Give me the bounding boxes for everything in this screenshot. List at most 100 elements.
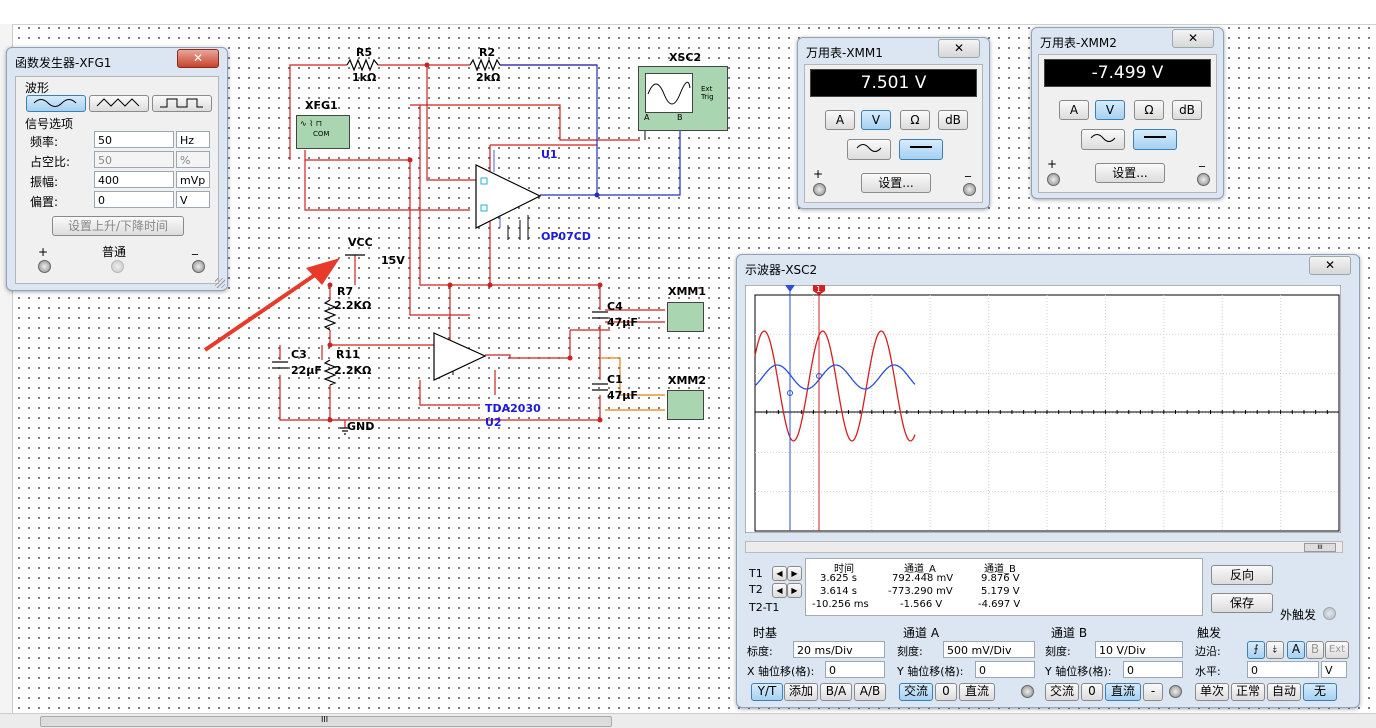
- scope-scroll-thumb[interactable]: III: [1304, 543, 1336, 552]
- trigger-source-a-button[interactable]: A: [1287, 641, 1305, 659]
- channel-a-dc-button[interactable]: 直流: [959, 683, 995, 701]
- single-trigger-button[interactable]: 单次: [1195, 683, 1229, 701]
- add-mode-button[interactable]: 添加: [784, 683, 818, 701]
- close-button[interactable]: ✕: [938, 39, 980, 58]
- voltmeter-button[interactable]: V: [1095, 100, 1125, 120]
- plus-terminal[interactable]: [38, 260, 51, 273]
- minus-terminal[interactable]: [963, 183, 976, 196]
- channel-a-zero-button[interactable]: 0: [935, 683, 957, 701]
- normal-trigger-button[interactable]: 正常: [1231, 683, 1265, 701]
- channel-b-terminal[interactable]: [1169, 685, 1182, 698]
- ac-mode-button[interactable]: [1081, 129, 1125, 150]
- common-terminal[interactable]: [111, 260, 124, 273]
- delta-channel-a: -1.566 V: [900, 599, 943, 610]
- dc-line-icon: [1144, 136, 1166, 138]
- amplitude-unit[interactable]: mVp: [176, 171, 210, 188]
- settings-button[interactable]: 设置...: [1095, 163, 1165, 183]
- window-title: 函数发生器-XFG1: [15, 56, 112, 70]
- auto-trigger-button[interactable]: 自动: [1267, 683, 1301, 701]
- falling-edge-button[interactable]: ⤈: [1266, 641, 1284, 659]
- channel-b-zero-button[interactable]: 0: [1081, 683, 1103, 701]
- plus-terminal[interactable]: [1047, 173, 1060, 186]
- xmm1-component[interactable]: [667, 302, 704, 332]
- ohmmeter-button[interactable]: Ω: [1134, 100, 1164, 120]
- t1-right-arrow-button[interactable]: ▶: [787, 566, 802, 581]
- ammeter-button[interactable]: A: [1059, 100, 1089, 120]
- xmm2-component[interactable]: [667, 390, 704, 420]
- rise-fall-time-button[interactable]: 设置上升/下降时间: [52, 216, 184, 236]
- rising-edge-icon: ⨍: [1253, 644, 1259, 655]
- oscilloscope-window[interactable]: 示波器-XSC2 ✕ 1 III T1 T2 T2-T1 ◀ ▶ ◀ ▶ 时间 …: [736, 254, 1360, 708]
- trigger-source-ext-button[interactable]: Ext: [1325, 641, 1349, 659]
- scope-scrollbar[interactable]: III: [745, 541, 1343, 553]
- amplitude-field[interactable]: 400: [94, 171, 174, 188]
- offset-unit[interactable]: V: [176, 191, 210, 208]
- ext-trigger-terminal[interactable]: [1323, 607, 1336, 620]
- close-button[interactable]: ✕: [1172, 29, 1214, 48]
- multimeter-xmm2-window[interactable]: 万用表-XMM2 ✕ -7.499 V A V Ω dB + _ 设置...: [1031, 27, 1224, 199]
- minus-terminal[interactable]: [1197, 173, 1210, 186]
- plus-terminal[interactable]: [813, 183, 826, 196]
- timebase-scale-field[interactable]: 20 ms/Div: [793, 641, 885, 658]
- channel-a-terminal[interactable]: [1021, 685, 1034, 698]
- voltmeter-button[interactable]: V: [861, 110, 891, 130]
- r11-label: R11: [336, 348, 360, 361]
- trigger-level-unit[interactable]: V: [1321, 661, 1347, 678]
- rising-edge-button[interactable]: ⨍: [1247, 641, 1265, 659]
- channel-b-minus-button[interactable]: -: [1143, 683, 1163, 701]
- save-button[interactable]: 保存: [1211, 593, 1273, 613]
- xfg1-wave-marks: ∿ ⌇ ⊓: [300, 119, 322, 128]
- yt-mode-button[interactable]: Y/T: [751, 683, 783, 701]
- frequency-unit[interactable]: Hz: [176, 131, 210, 148]
- channel-b-y-position-field[interactable]: 0: [1123, 661, 1183, 678]
- channel-b-ac-button[interactable]: 交流: [1045, 683, 1079, 701]
- square-wave-button[interactable]: [152, 95, 212, 112]
- xfg1-component[interactable]: ∿ ⌇ ⊓ COM: [296, 115, 350, 149]
- duty-cycle-unit[interactable]: %: [176, 151, 210, 168]
- dc-mode-button[interactable]: [1133, 129, 1177, 150]
- r2-value: 2kΩ: [476, 71, 501, 84]
- multimeter-xmm1-window[interactable]: 万用表-XMM1 ✕ 7.501 V A V Ω dB + _ 设置...: [797, 37, 990, 209]
- sine-wave-button[interactable]: [26, 95, 86, 112]
- settings-button[interactable]: 设置...: [861, 173, 931, 193]
- x-position-field[interactable]: 0: [825, 661, 885, 678]
- t1-left-arrow-button[interactable]: ◀: [772, 566, 787, 581]
- trigger-level-field[interactable]: 0: [1247, 661, 1319, 678]
- ammeter-button[interactable]: A: [825, 110, 855, 130]
- duty-cycle-field[interactable]: 50: [94, 151, 174, 168]
- minus-terminal[interactable]: [192, 260, 205, 273]
- reverse-button[interactable]: 反向: [1211, 565, 1273, 585]
- xsc2-component[interactable]: Ext Trig A B: [638, 66, 728, 131]
- ac-mode-button[interactable]: [847, 139, 891, 160]
- ba-mode-button[interactable]: B/A: [820, 683, 852, 701]
- t2-right-arrow-button[interactable]: ▶: [787, 583, 802, 598]
- ab-mode-button[interactable]: A/B: [854, 683, 886, 701]
- workspace-scroll-thumb[interactable]: III: [40, 715, 612, 727]
- none-trigger-button[interactable]: 无: [1303, 683, 1337, 701]
- timebase-scale-label: 标度:: [747, 645, 773, 658]
- op07-label: OP07CD: [541, 230, 591, 243]
- cursor-1-marker[interactable]: 1: [816, 285, 821, 294]
- triangle-wave-button[interactable]: [89, 95, 149, 112]
- decibel-button[interactable]: dB: [1172, 100, 1202, 120]
- trigger-source-b-button[interactable]: B: [1306, 641, 1324, 659]
- close-button[interactable]: ✕: [1309, 256, 1351, 275]
- close-button[interactable]: ✕: [177, 49, 219, 68]
- scroll-grip: III: [321, 715, 329, 724]
- resize-grip[interactable]: [215, 278, 225, 288]
- channel-a-ac-button[interactable]: 交流: [899, 683, 933, 701]
- t2-left-arrow-button[interactable]: ◀: [772, 583, 787, 598]
- offset-field[interactable]: 0: [94, 191, 174, 208]
- function-generator-window[interactable]: 函数发生器-XFG1 ✕ 波形 信号选项 频率: 50 Hz 占空比: 50 %…: [6, 47, 228, 291]
- workspace-hscrollbar[interactable]: III: [0, 713, 1376, 728]
- delta-channel-b: -4.697 V: [978, 599, 1021, 610]
- decibel-button[interactable]: dB: [938, 110, 968, 130]
- ohmmeter-button[interactable]: Ω: [900, 110, 930, 130]
- channel-a-scale-field[interactable]: 500 mV/Div: [943, 641, 1035, 658]
- waveform-group: 波形 信号选项 频率: 50 Hz 占空比: 50 % 振幅: 400 mVp …: [15, 76, 219, 284]
- channel-b-dc-button[interactable]: 直流: [1105, 683, 1141, 701]
- dc-mode-button[interactable]: [899, 139, 943, 160]
- channel-b-scale-field[interactable]: 10 V/Div: [1095, 641, 1183, 658]
- channel-a-y-position-field[interactable]: 0: [975, 661, 1035, 678]
- frequency-field[interactable]: 50: [94, 131, 174, 148]
